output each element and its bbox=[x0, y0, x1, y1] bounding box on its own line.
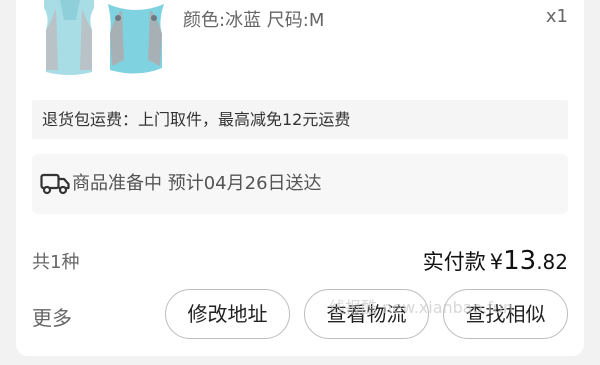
paid-label: 实付款 bbox=[422, 250, 486, 274]
amount-decimal: .82 bbox=[536, 250, 568, 274]
order-card: 颜色:冰蓝 尺码:M x1 退货包运费：上门取件，最高减免12元运费 商品准备中… bbox=[16, 0, 584, 356]
product-thumbnail[interactable] bbox=[38, 0, 168, 76]
view-logistics-button[interactable]: 查看物流 bbox=[304, 289, 429, 339]
truck-icon bbox=[40, 173, 70, 195]
more-link[interactable]: 更多 bbox=[32, 302, 72, 331]
shipping-status-box[interactable]: 商品准备中 预计04月26日送达 bbox=[32, 154, 568, 214]
amount-integer: 13 bbox=[503, 246, 537, 276]
item-count: 共1种 bbox=[32, 252, 80, 273]
find-similar-button[interactable]: 查找相似 bbox=[443, 289, 568, 339]
paid-amount: 实付款 ¥13.82 bbox=[423, 246, 568, 276]
modify-address-button[interactable]: 修改地址 bbox=[165, 289, 290, 339]
currency-symbol: ¥ bbox=[489, 250, 504, 274]
item-spec: 颜色:冰蓝 尺码:M bbox=[183, 10, 325, 31]
shipping-status-text: 商品准备中 预计04月26日送达 bbox=[72, 173, 322, 194]
return-shipping-notice[interactable]: 退货包运费：上门取件，最高减免12元运费 bbox=[32, 100, 568, 139]
item-quantity: x1 bbox=[545, 6, 568, 27]
